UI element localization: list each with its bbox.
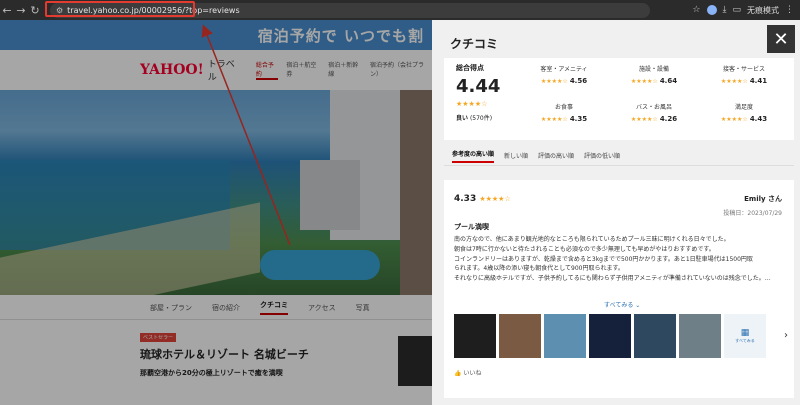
download-icon[interactable]: ⤓ [723, 5, 727, 15]
review-line: 南の方なので、他にあまり観光地的なところも限られているためプール三昧に明けくれる… [454, 236, 730, 243]
overall-score: 4.44 [456, 76, 501, 97]
category-value: 4.43 [749, 115, 768, 123]
category-value: 4.64 [659, 77, 678, 85]
back-icon[interactable]: ← [0, 4, 14, 17]
grid-icon: ▦ [740, 328, 750, 338]
review-score: 4.33 ★★★★☆ [454, 194, 511, 204]
read-more-link[interactable]: すべてみる ⌄ [604, 300, 640, 309]
review-line: 朝食は7時に行かないと待たされることも必須なので多少無理しても早めがやはりおすす… [454, 245, 715, 253]
review-photo[interactable] [589, 314, 631, 358]
like-button[interactable]: 👍 いいね [454, 368, 481, 377]
sidebar-icon[interactable]: ▭ [732, 5, 741, 15]
stars-icon: ★★★★☆ [540, 78, 568, 85]
overall-stars-icon: ★★★★☆ [456, 100, 488, 108]
review-user[interactable]: Emily さん [744, 194, 782, 204]
forward-icon[interactable]: → [14, 4, 28, 17]
review-line: コインランドリーはありますが、乾燥まで含めると3kgまでで500円かかります。あ… [454, 255, 753, 263]
stars-icon: ★★★★☆ [720, 116, 748, 123]
category-value: 4.56 [569, 77, 588, 85]
chevron-right-icon[interactable]: › [784, 330, 788, 341]
thumbs-up-icon: 👍 [454, 370, 462, 377]
close-button[interactable]: ✕ [767, 25, 795, 53]
modal-backdrop[interactable] [0, 20, 432, 405]
review-photo[interactable] [679, 314, 721, 358]
review-photo[interactable] [544, 314, 586, 358]
reload-icon[interactable]: ↻ [28, 4, 42, 17]
panel-title: クチコミ [450, 37, 499, 51]
review-photo[interactable] [634, 314, 676, 358]
url-highlight-box [45, 1, 195, 17]
category-label: バス・お風呂 [635, 104, 672, 111]
category-bath: バス・お風呂 ★★★★☆ 4.26 [609, 102, 699, 123]
review-photo[interactable] [454, 314, 496, 358]
sort-lowest[interactable]: 評価の低い順 [584, 151, 620, 160]
review-card: 4.33 ★★★★☆ Emily さん 投稿日：2023/07/29 プール満喫… [444, 180, 794, 398]
extension-icon[interactable] [706, 5, 717, 15]
stars-icon: ★★★★☆ [540, 116, 568, 123]
review-title: プール満喫 [454, 223, 489, 231]
overall-count: 良い (570件) [456, 113, 492, 122]
category-room: 客室・アメニティ ★★★★☆ 4.56 [519, 64, 609, 85]
review-score-value: 4.33 [454, 194, 477, 204]
review-line: られます。4歳以降の添い寝も朝食代として900円取られます。 [454, 265, 624, 273]
review-date: 投稿日：2023/07/29 [723, 210, 782, 217]
category-label: 接客・サービス [722, 66, 765, 73]
stars-icon: ★★★★☆ [720, 78, 748, 85]
category-label: 客室・アメニティ [540, 66, 588, 73]
star-bookmark-icon[interactable]: ☆ [692, 5, 700, 15]
review-stars-icon: ★★★★☆ [479, 195, 511, 203]
incognito-label[interactable]: 无痕模式 [747, 5, 779, 16]
overall-count-prefix: 良い [456, 115, 469, 122]
category-service: 接客・サービス ★★★★☆ 4.41 [699, 64, 789, 85]
all-photos-button[interactable]: ▦ すべてみる [724, 314, 766, 358]
sort-tabs: 参考度の高い順 新しい順 評価の高い順 評価の低い順 [444, 146, 794, 166]
category-label: 施設・設備 [638, 66, 669, 73]
rating-summary: 総合得点 4.44 ★★★★☆ 良い (570件) 客室・アメニティ ★★★★☆… [444, 58, 794, 140]
review-photos: ▦ すべてみる [454, 314, 766, 358]
sort-highest[interactable]: 評価の高い順 [538, 151, 574, 160]
review-photo[interactable] [499, 314, 541, 358]
category-label: お食事 [554, 104, 573, 111]
overall-label: 総合得点 [456, 64, 484, 72]
category-facility: 施設・設備 ★★★★☆ 4.64 [609, 64, 699, 85]
review-line: それなりに高級ホテルですが、子供予約してるにも関わらず子供用アメニティが準備され… [454, 275, 771, 283]
sort-newest[interactable]: 新しい順 [504, 151, 528, 160]
stars-icon: ★★★★☆ [630, 116, 658, 123]
review-body: 南の方なので、他にあまり観光地的なところも限られているためプール三昧に明けくれる… [454, 235, 784, 284]
category-meal: お食事 ★★★★☆ 4.35 [519, 102, 609, 123]
sort-helpful[interactable]: 参考度の高い順 [452, 149, 495, 163]
category-value: 4.26 [659, 115, 678, 123]
browser-actions: ☆ ⤓ ▭ 无痕模式 ⋮ [692, 5, 800, 16]
menu-icon[interactable]: ⋮ [785, 5, 794, 15]
stars-icon: ★★★★☆ [630, 78, 658, 85]
reviews-panel: クチコミ ✕ 総合得点 4.44 ★★★★☆ 良い (570件) 客室・アメニテ… [432, 20, 800, 405]
overall-count-value: (570件) [469, 115, 493, 122]
category-value: 4.35 [569, 115, 588, 123]
category-satisfaction: 満足度 ★★★★☆ 4.43 [699, 102, 789, 123]
like-label: いいね [463, 370, 482, 377]
category-value: 4.41 [749, 77, 768, 85]
all-photos-label: すべてみる [735, 338, 755, 343]
category-label: 満足度 [734, 104, 753, 111]
